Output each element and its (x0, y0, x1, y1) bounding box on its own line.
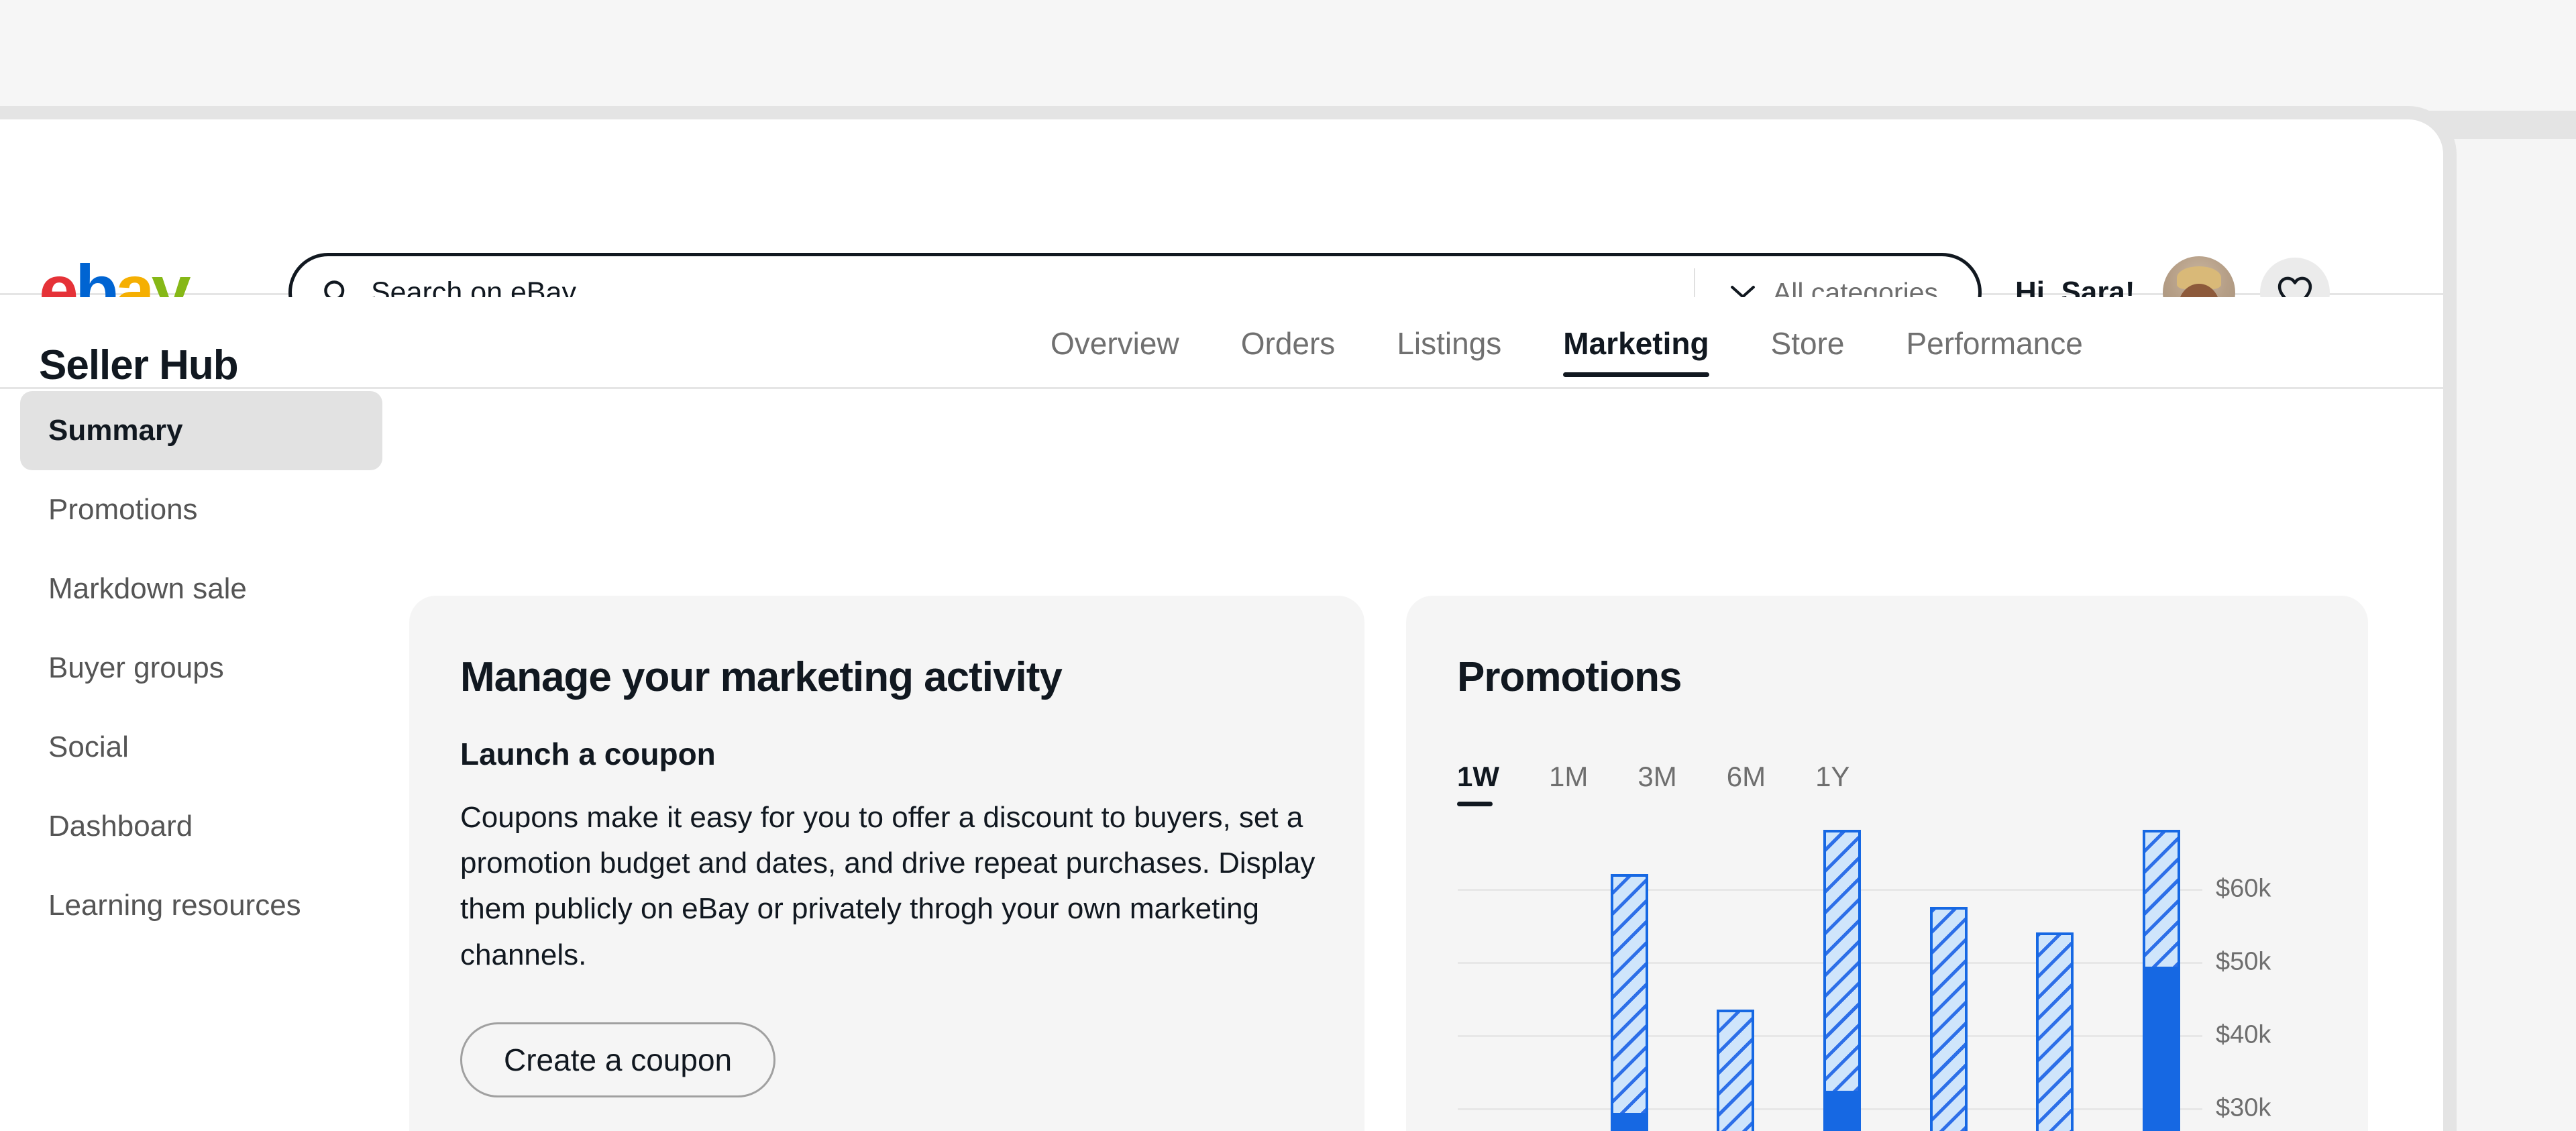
os-top-strip (0, 0, 2576, 111)
promotions-card: Promotions 1W 1M 3M 6M 1Y $60k $50k $40k $3… (1406, 596, 2368, 1131)
marketing-card-body: Coupons make it easy for you to offer a … (460, 795, 1319, 978)
marketing-card-title: Manage your marketing activity (460, 653, 1313, 701)
promotions-card-title: Promotions (1457, 653, 2368, 701)
chart-bar-segment (2143, 969, 2180, 1131)
chart-y-tick-label: $50k (2216, 947, 2271, 976)
sidebar-item-promotions[interactable]: Promotions (20, 470, 382, 549)
chart-bar-segment (1823, 1093, 1861, 1131)
range-tab-1w[interactable]: 1W (1457, 761, 1499, 806)
chart-bar-segment (1930, 907, 1968, 1131)
chart-bar[interactable] (1823, 852, 1861, 1131)
chart-range-tabs: 1W 1M 3M 6M 1Y (1457, 761, 1899, 806)
chart-bar-segment (1611, 1116, 1648, 1131)
range-tab-1m[interactable]: 1M (1549, 761, 1588, 806)
browser-window: ebay All categories Hi, Sara! (0, 106, 2457, 1131)
chart-bar[interactable] (1611, 852, 1648, 1131)
tab-orders[interactable]: Orders (1210, 297, 1366, 389)
tab-store[interactable]: Store (1740, 297, 1876, 389)
chart-bar-segment (2036, 932, 2074, 1131)
browser-viewport: ebay All categories Hi, Sara! (0, 119, 2443, 1131)
marketing-activity-card: Manage your marketing activity Launch a … (409, 596, 1364, 1131)
chart-y-tick-label: $40k (2216, 1020, 2271, 1049)
tab-marketing[interactable]: Marketing (1532, 297, 1739, 389)
chart-bar-segment (1717, 1010, 1754, 1131)
chart-bar[interactable] (2036, 852, 2074, 1131)
chart-bar[interactable] (1717, 852, 1754, 1131)
sidebar-item-social[interactable]: Social (20, 708, 382, 787)
range-tab-6m[interactable]: 6M (1727, 761, 1766, 806)
create-coupon-button[interactable]: Create a coupon (460, 1022, 775, 1097)
hub-tab-list: Overview Orders Listings Marketing Store… (1020, 297, 2114, 389)
chart-bar-segment (1823, 830, 1861, 1093)
sidebar-item-markdown-sale[interactable]: Markdown sale (20, 549, 382, 629)
sidebar-item-summary[interactable]: Summary (20, 391, 382, 470)
ebay-global-header: ebay All categories Hi, Sara! (0, 119, 2443, 295)
chart-y-tick-label: $30k (2216, 1093, 2271, 1122)
chart-bar-segment (2143, 830, 2180, 969)
promotions-bar-chart: $60k$50k$40k$30k$20k (1458, 852, 2311, 1131)
marketing-sidebar: Summary Promotions Markdown sale Buyer g… (20, 391, 382, 945)
page-title: Seller Hub (39, 341, 238, 389)
chart-y-tick-label: $60k (2216, 874, 2271, 903)
range-tab-3m[interactable]: 3M (1638, 761, 1676, 806)
seller-hub-nav: Seller Hub Overview Orders Listings Mark… (0, 297, 2443, 389)
chart-bar[interactable] (1930, 852, 1968, 1131)
marketing-card-subtitle: Launch a coupon (460, 736, 1313, 772)
main-content: Summary Promotions Markdown sale Buyer g… (0, 391, 2443, 1131)
tab-performance[interactable]: Performance (1876, 297, 2114, 389)
sidebar-item-dashboard[interactable]: Dashboard (20, 787, 382, 866)
sidebar-item-buyer-groups[interactable]: Buyer groups (20, 629, 382, 708)
range-tab-1y[interactable]: 1Y (1815, 761, 1849, 806)
chart-plot-area (1458, 852, 2202, 1131)
tab-listings[interactable]: Listings (1366, 297, 1532, 389)
tab-overview[interactable]: Overview (1020, 297, 1210, 389)
chart-bar-segment (1611, 874, 1648, 1116)
chart-bar[interactable] (1504, 852, 1542, 1131)
chart-bar[interactable] (2143, 852, 2180, 1131)
sidebar-item-learning-resources[interactable]: Learning resources (20, 866, 382, 945)
